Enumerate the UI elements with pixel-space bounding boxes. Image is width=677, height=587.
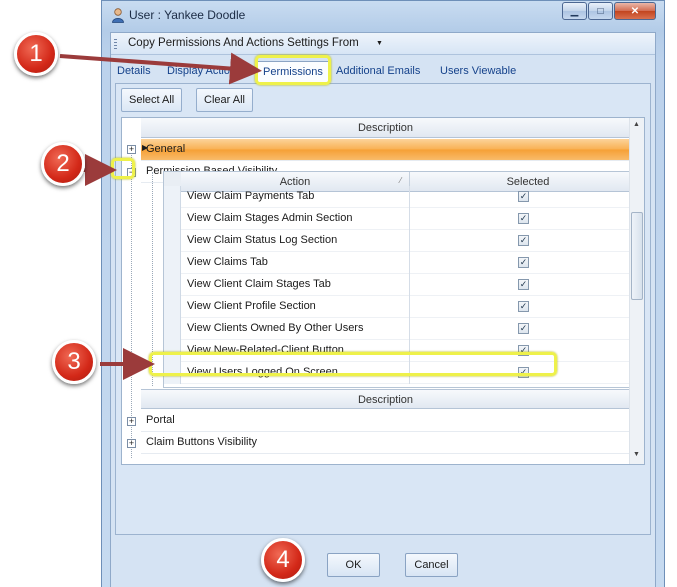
callout-2: 2 bbox=[41, 142, 85, 186]
callout-3: 3 bbox=[52, 340, 96, 384]
callout-4: 4 bbox=[261, 538, 305, 582]
annotation-arrows bbox=[59, 52, 262, 380]
arrow-1 bbox=[59, 52, 262, 85]
callout-1: 1 bbox=[14, 32, 58, 76]
